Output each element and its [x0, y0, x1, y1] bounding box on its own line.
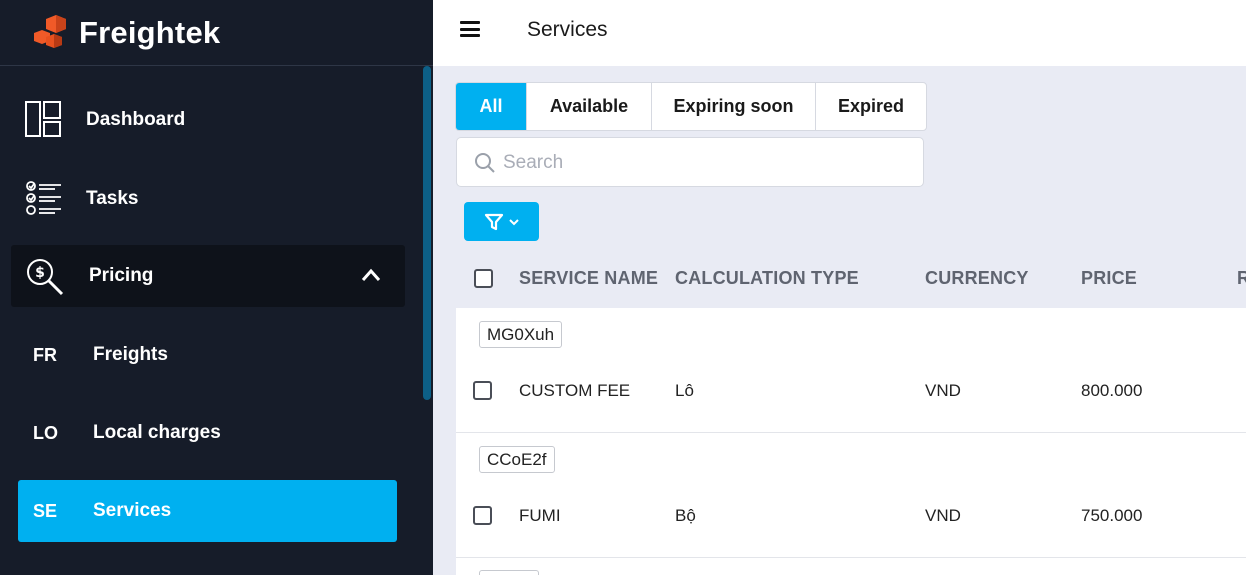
sidebar-item-label: Local charges	[93, 422, 221, 443]
sidebar-scrollbar-thumb[interactable]	[423, 66, 431, 400]
service-code-tag: MG0Xuh	[479, 321, 563, 348]
table-header: SERVICE NAME CALCULATION TYPE CURRENCY P…	[455, 255, 1246, 303]
brand[interactable]: Freightek	[0, 0, 433, 66]
tab-all[interactable]: All	[456, 83, 527, 130]
column-header-currency[interactable]: CURRENCY	[925, 268, 1029, 289]
svg-text:$: $	[35, 265, 45, 281]
next-row-code-tag-partial	[479, 570, 539, 575]
sidebar-item-label: Freights	[93, 344, 168, 365]
filter-button[interactable]	[464, 202, 539, 241]
service-name-cell: FUMI	[519, 506, 561, 525]
row-checkbox[interactable]	[473, 506, 492, 525]
sidebar-item-local-charges[interactable]: LO Local charges	[0, 403, 420, 463]
select-all-checkbox[interactable]	[474, 269, 493, 288]
service-name-cell: CUSTOM FEE	[519, 381, 631, 400]
search-icon	[475, 153, 495, 173]
column-header-service-name[interactable]: SERVICE NAME	[519, 268, 658, 289]
search-input[interactable]	[503, 146, 903, 180]
sidebar-item-tasks[interactable]: Tasks	[0, 169, 420, 229]
search-box	[456, 137, 924, 187]
calculation-type-cell: Lô	[675, 381, 694, 400]
services-table: MG0Xuh CUSTOM FEE Lô VND 800.000 CCoE2f …	[456, 308, 1246, 575]
currency-cell: VND	[925, 506, 961, 525]
tab-expiring-soon[interactable]: Expiring soon	[652, 83, 816, 130]
menu-icon[interactable]	[460, 21, 480, 37]
sidebar-item-label: Pricing	[89, 265, 154, 286]
sidebar-item-label: Tasks	[86, 188, 139, 209]
page-title: Services	[527, 18, 608, 41]
sidebar-item-dashboard[interactable]: Dashboard	[0, 90, 420, 150]
sidebar-item-pricing[interactable]: $ Pricing	[11, 245, 405, 307]
sidebar-item-abbr: SE	[33, 500, 58, 521]
table-row[interactable]: CCoE2f FUMI Bộ VND 750.000	[456, 433, 1246, 558]
service-code-tag: CCoE2f	[479, 446, 555, 473]
column-header-calculation-type[interactable]: CALCULATION TYPE	[675, 268, 859, 289]
table-row[interactable]: MG0Xuh CUSTOM FEE Lô VND 800.000	[456, 308, 1246, 433]
dashboard-icon	[25, 101, 61, 137]
filter-icon	[484, 213, 503, 230]
column-header-price[interactable]: PRICE	[1081, 268, 1137, 289]
pricing-search-icon: $	[27, 259, 64, 296]
sidebar-item-label: Services	[93, 500, 172, 521]
sidebar-item-services[interactable]: SE Services	[18, 480, 397, 542]
sidebar-scrollbar[interactable]	[421, 66, 433, 400]
brand-name: Freightek	[79, 14, 221, 50]
row-checkbox[interactable]	[473, 381, 492, 400]
column-header-truncated[interactable]: R	[1237, 268, 1246, 289]
currency-cell: VND	[925, 381, 961, 400]
status-tabs: All Available Expiring soon Expired	[455, 82, 927, 131]
top-bar: Services	[433, 0, 1246, 66]
chevron-up-icon[interactable]	[361, 268, 381, 282]
price-cell: 750.000	[1081, 506, 1143, 525]
tab-expired[interactable]: Expired	[816, 83, 926, 130]
price-cell: 800.000	[1081, 381, 1143, 400]
sidebar: Freightek Dashboard Tasks $ Pricing FR F…	[0, 0, 433, 575]
sidebar-item-abbr: FR	[33, 344, 57, 365]
sidebar-item-freights[interactable]: FR Freights	[0, 325, 420, 385]
chevron-down-icon	[508, 218, 519, 225]
tasks-icon	[26, 181, 61, 215]
sidebar-item-label: Dashboard	[86, 109, 186, 130]
freightek-logo-icon	[34, 14, 66, 48]
tab-available[interactable]: Available	[527, 83, 652, 130]
calculation-type-cell: Bộ	[675, 506, 696, 525]
sidebar-item-abbr: LO	[33, 422, 58, 443]
